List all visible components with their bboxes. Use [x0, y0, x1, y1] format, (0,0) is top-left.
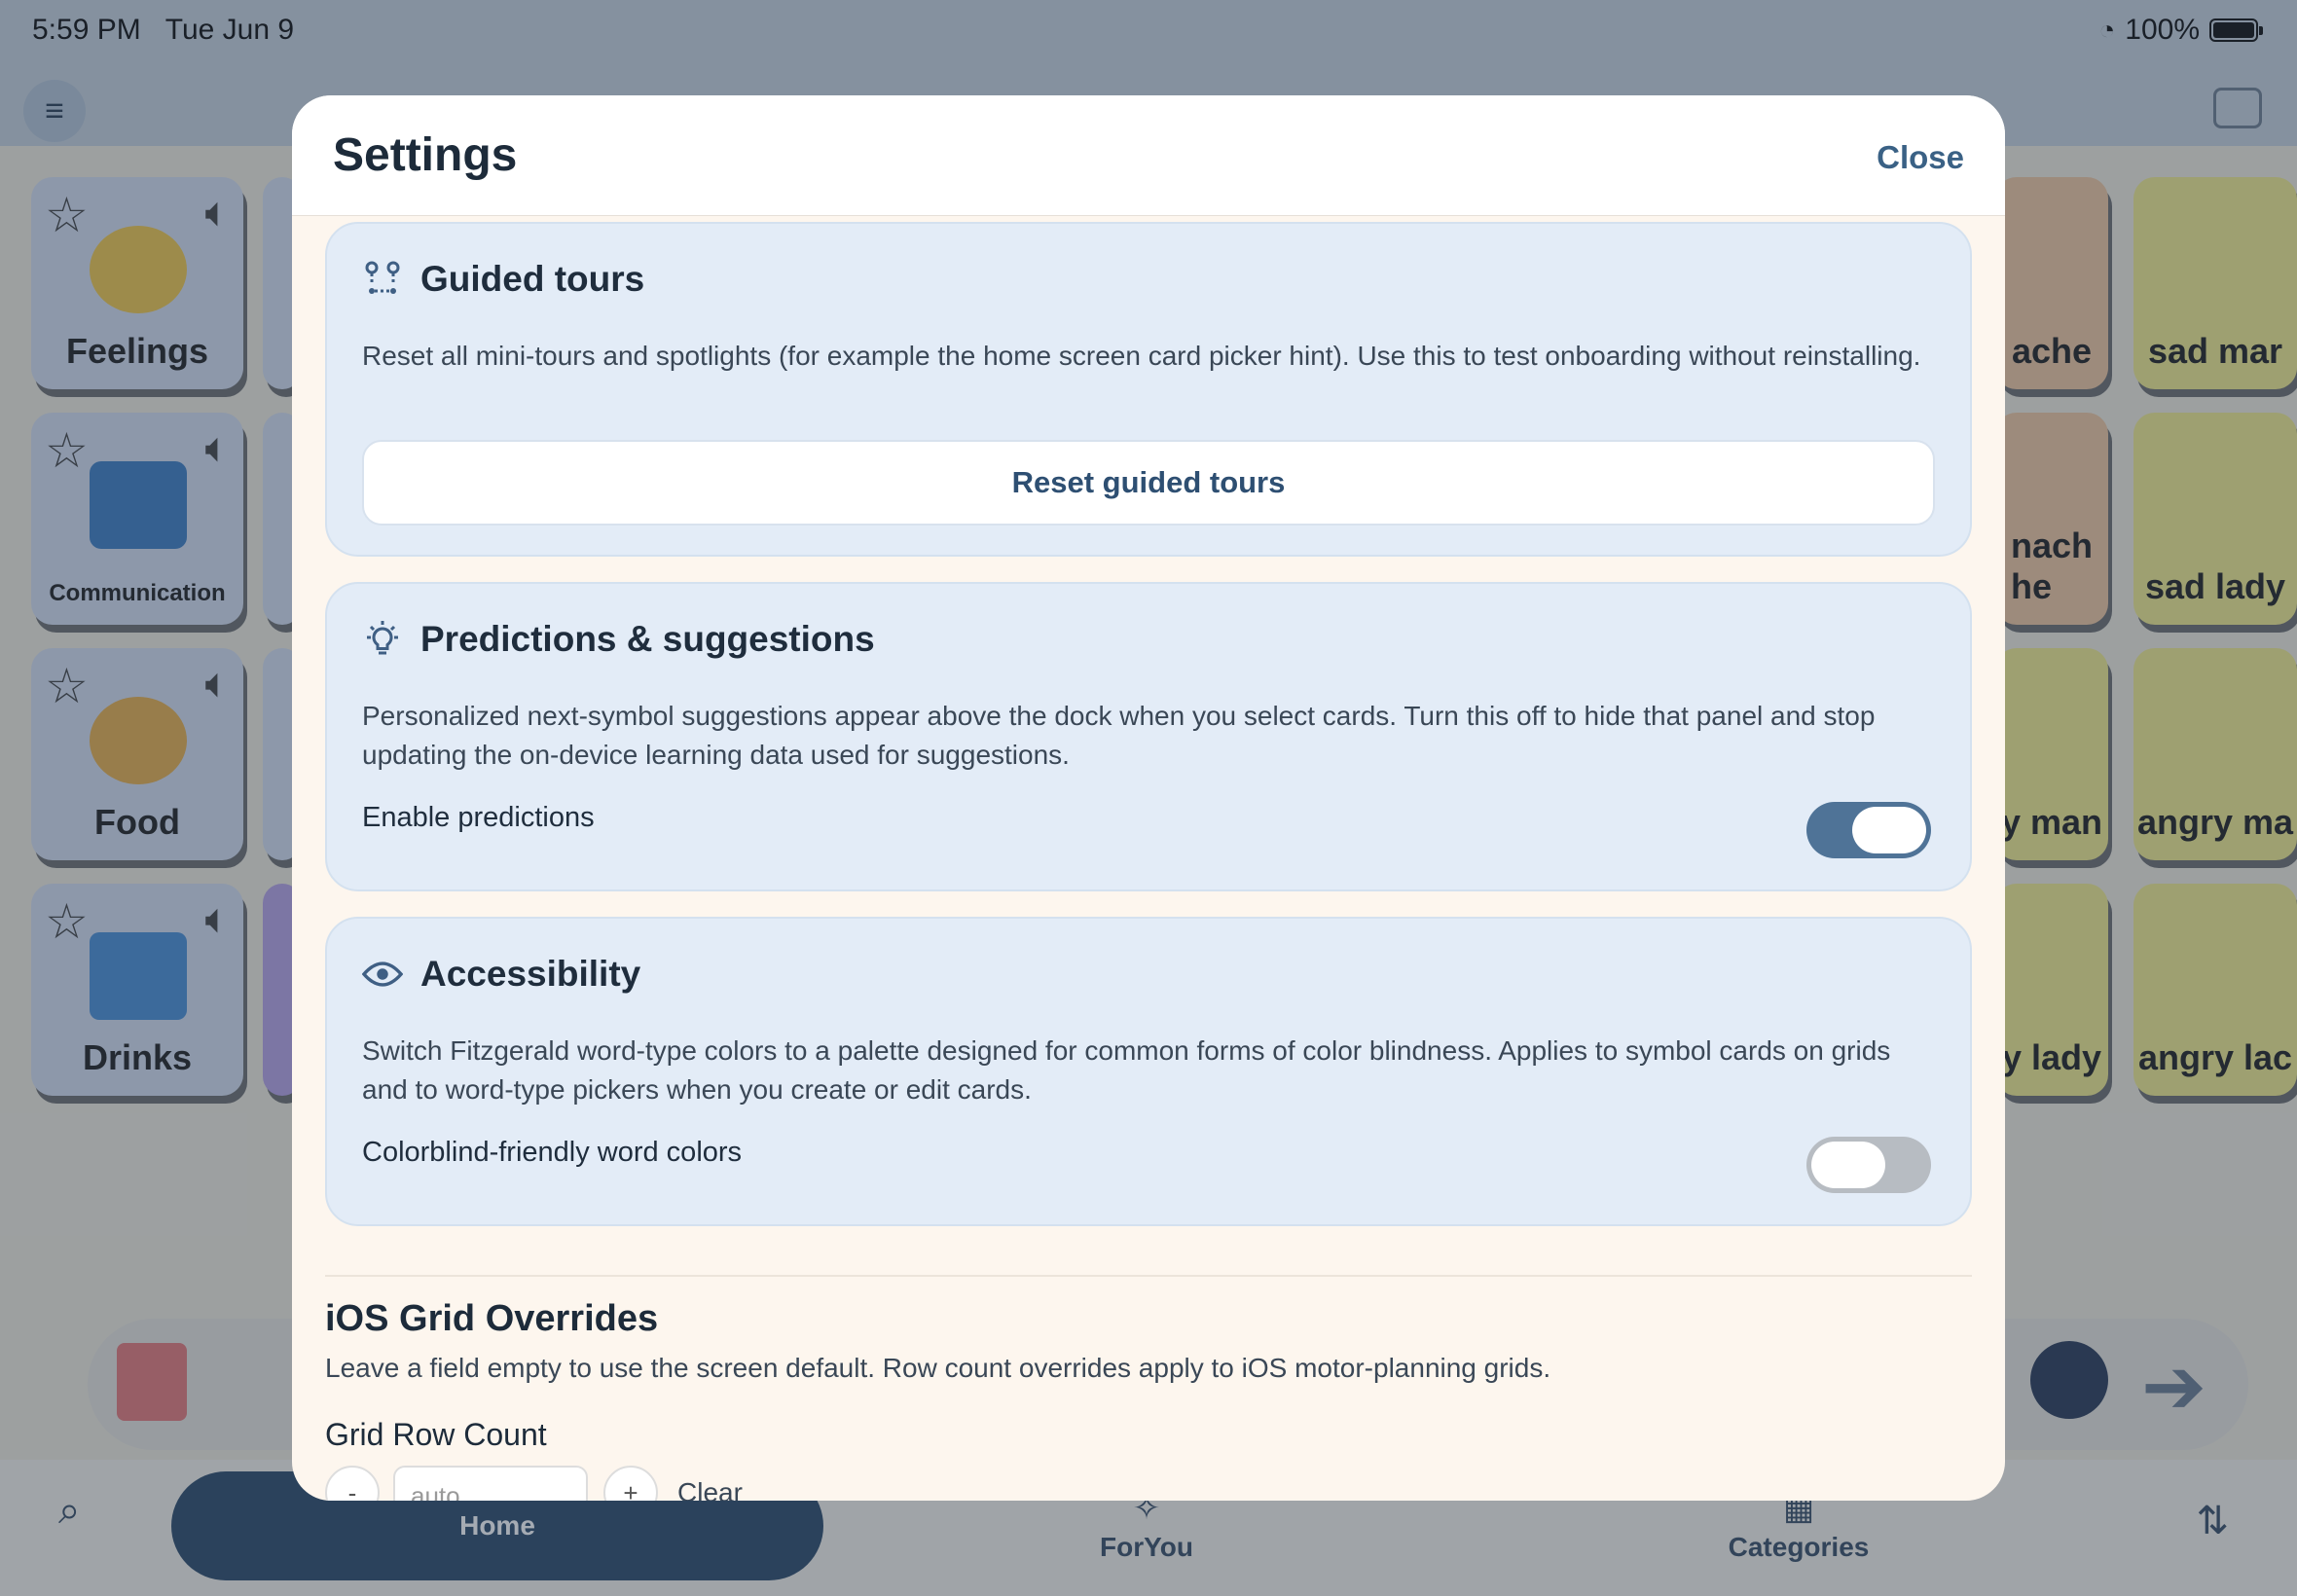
- grid-overrides-description: Leave a field empty to use the screen de…: [325, 1353, 1551, 1383]
- reset-button-label: Reset guided tours: [1011, 465, 1286, 499]
- minus-label: -: [347, 1477, 357, 1502]
- toggle-knob: [1811, 1142, 1885, 1188]
- colorblind-colors-label: Colorblind-friendly word colors: [362, 1137, 743, 1168]
- row-count-increment-button[interactable]: +: [603, 1466, 658, 1501]
- divider: [325, 1275, 1972, 1277]
- modal-header: Settings Close: [292, 95, 2005, 216]
- modal-title: Settings: [333, 129, 518, 181]
- section-header: Accessibility: [362, 954, 640, 995]
- route-icon: [362, 259, 403, 300]
- section-header: Predictions & suggestions: [362, 619, 875, 660]
- section-title: Predictions & suggestions: [420, 619, 875, 659]
- eye-icon: [362, 954, 403, 995]
- section-predictions: Predictions & suggestions Personalized n…: [325, 582, 1972, 891]
- enable-predictions-toggle[interactable]: [1806, 802, 1931, 858]
- section-header: Guided tours: [362, 259, 644, 300]
- section-description: Reset all mini-tours and spotlights (for…: [362, 341, 1921, 371]
- settings-modal: Settings Close Guided tours Reset all mi…: [292, 95, 2005, 1501]
- section-title: Accessibility: [420, 954, 641, 994]
- row-count-clear-button[interactable]: Clear: [677, 1477, 743, 1501]
- section-accessibility: Accessibility Switch Fitzgerald word-typ…: [325, 917, 1972, 1226]
- enable-predictions-label: Enable predictions: [362, 802, 595, 833]
- section-guided-tours: Guided tours Reset all mini-tours and sp…: [325, 222, 1972, 557]
- grid-overrides-title: iOS Grid Overrides: [325, 1298, 659, 1339]
- toggle-knob: [1852, 807, 1926, 853]
- section-description: Personalized next-symbol suggestions app…: [362, 701, 1876, 770]
- plus-label: +: [623, 1477, 638, 1502]
- colorblind-colors-toggle[interactable]: [1806, 1137, 1931, 1193]
- row-count-decrement-button[interactable]: -: [325, 1466, 380, 1501]
- section-title: Guided tours: [420, 259, 645, 299]
- reset-guided-tours-button[interactable]: Reset guided tours: [362, 440, 1935, 526]
- grid-row-count-label: Grid Row Count: [325, 1417, 547, 1452]
- section-description: Switch Fitzgerald word-type colors to a …: [362, 1035, 1891, 1105]
- close-button[interactable]: Close: [1877, 139, 1964, 176]
- lightbulb-icon: [362, 619, 403, 660]
- row-count-input[interactable]: auto: [393, 1466, 588, 1501]
- row-count-placeholder: auto: [411, 1481, 460, 1501]
